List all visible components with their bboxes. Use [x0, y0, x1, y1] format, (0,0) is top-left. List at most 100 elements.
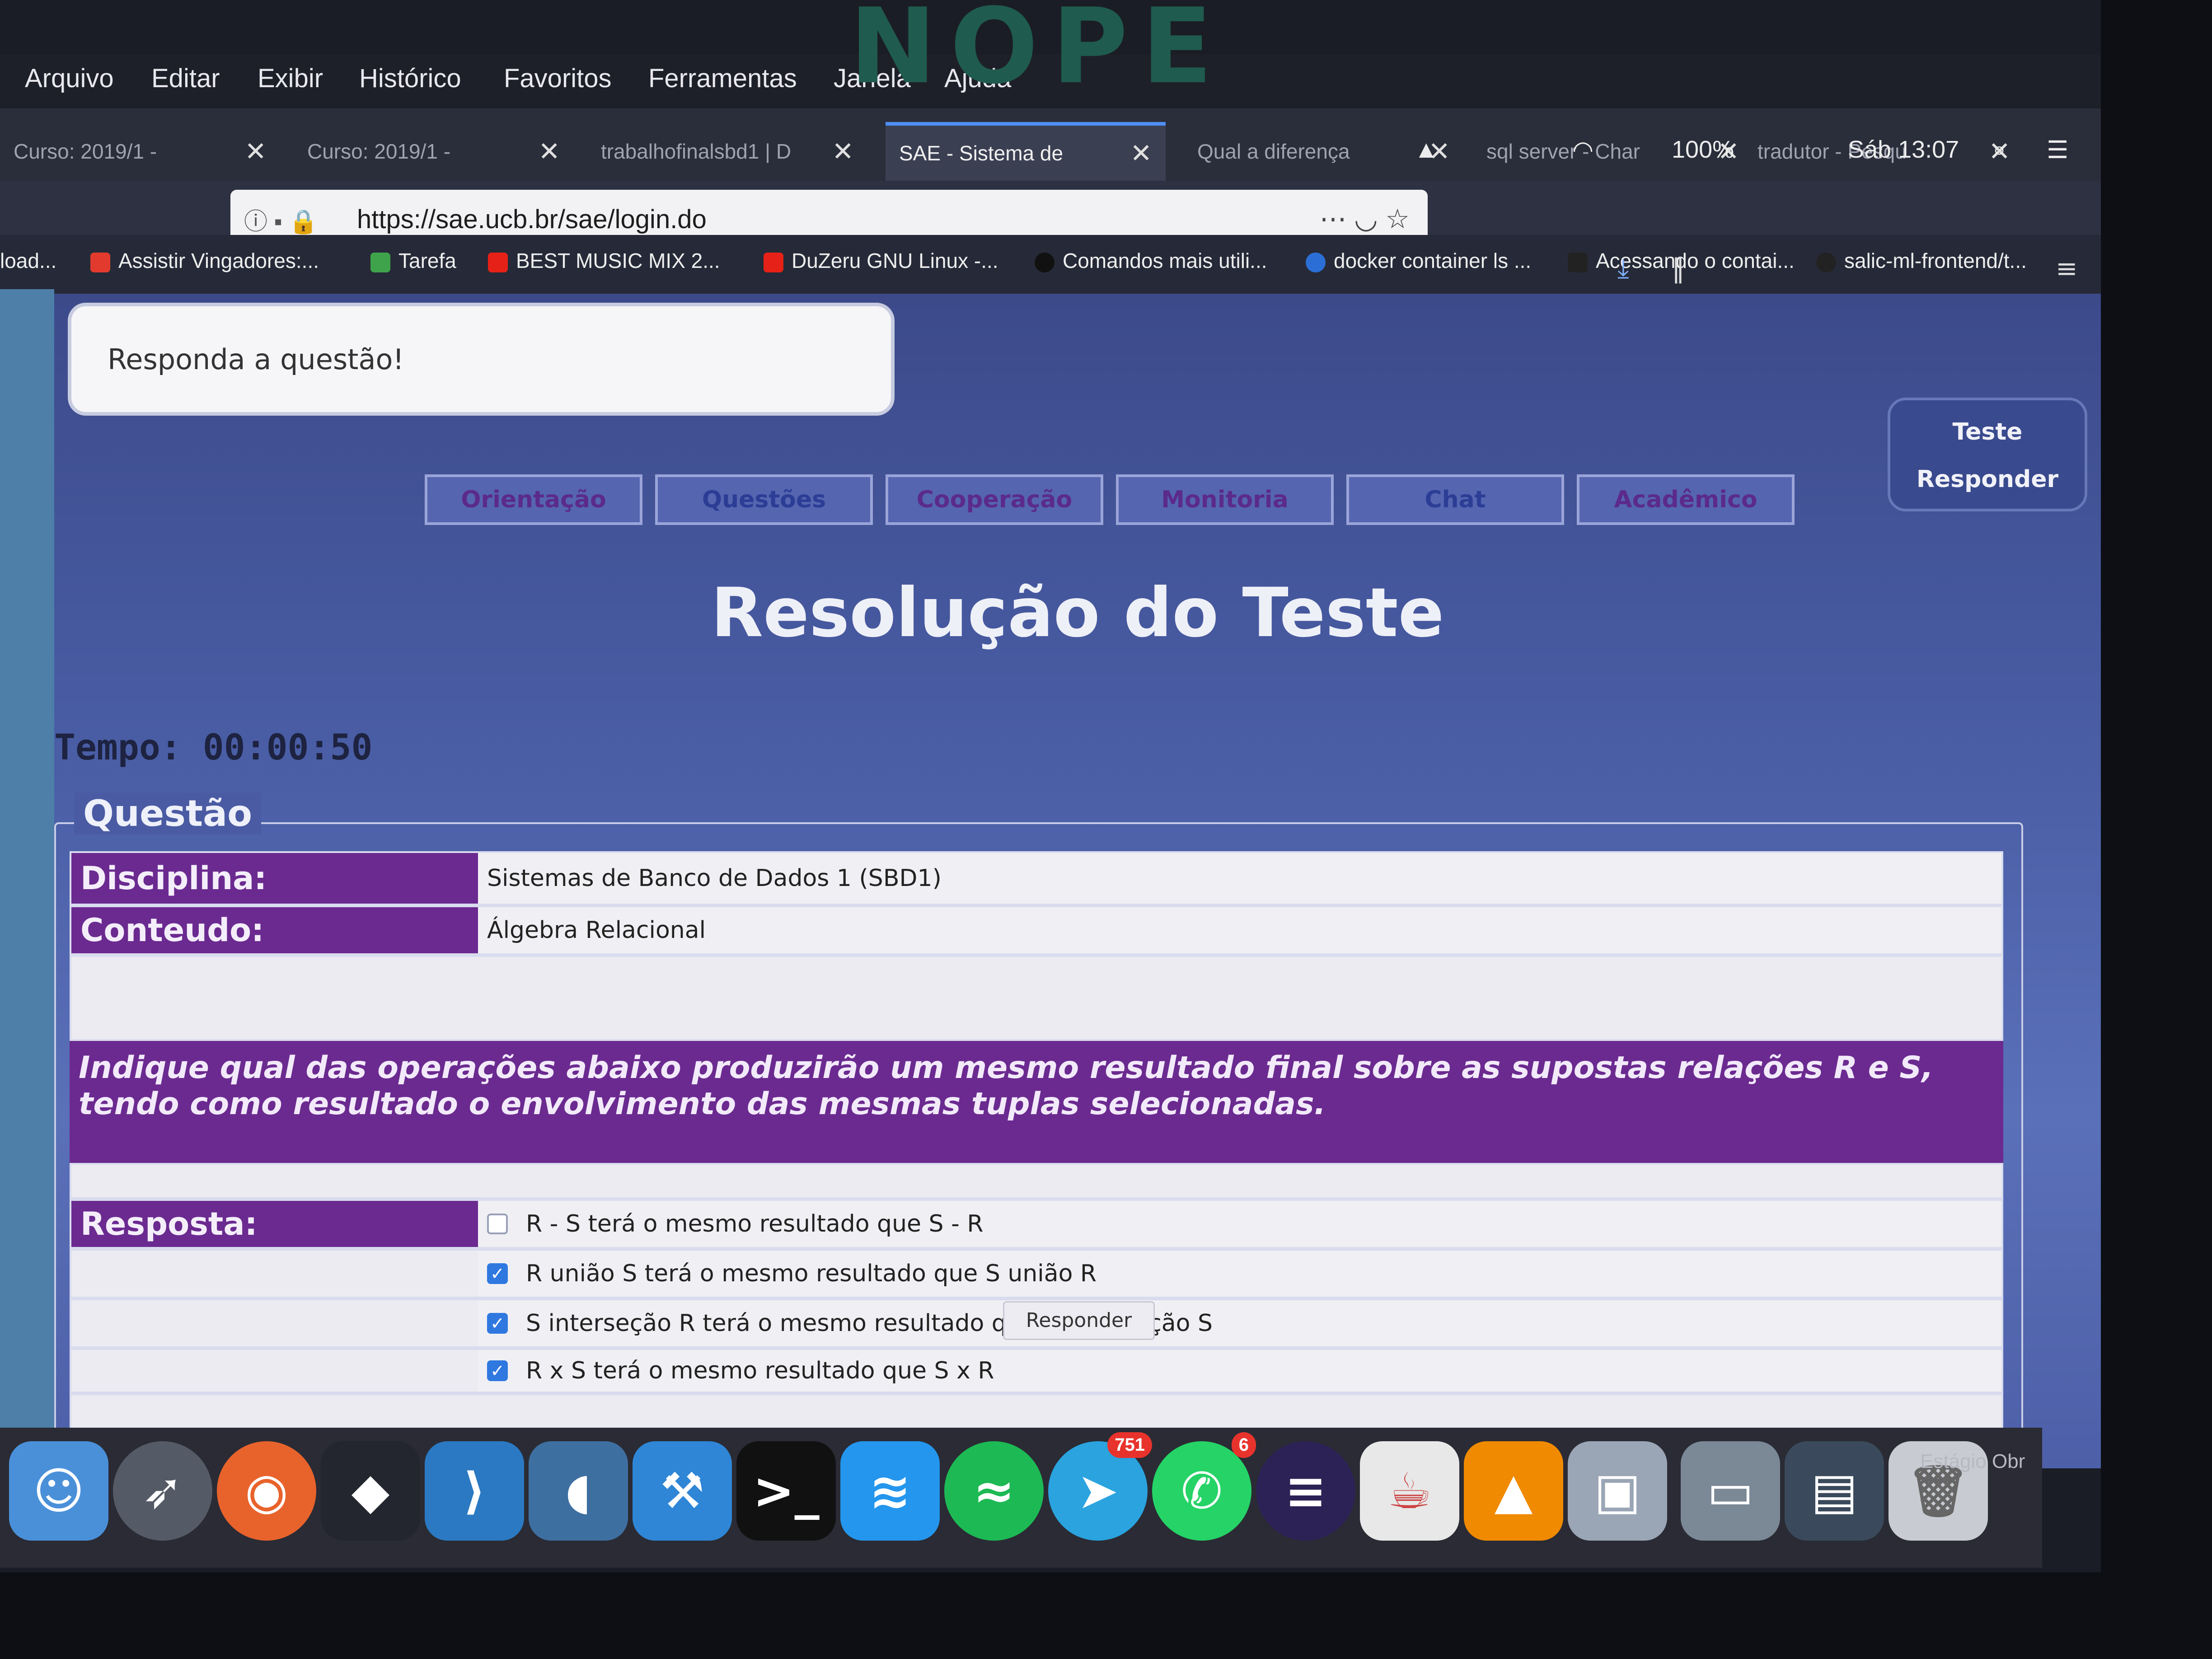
whatsapp-icon[interactable]: ✆ 6 — [1152, 1432, 1256, 1541]
page-actions-icon[interactable]: ⋯ ◡ ☆ — [1320, 203, 1410, 235]
answer-row: ✓ R união S terá o mesmo resultado que S … — [70, 1249, 2003, 1298]
responder-side-button[interactable]: Responder — [1890, 466, 2085, 493]
menu-historico[interactable]: Histórico — [359, 63, 461, 94]
spotify-icon[interactable]: ≈ — [944, 1441, 1044, 1541]
java-icon[interactable]: ☕ — [1360, 1441, 1459, 1541]
xcode-icon[interactable]: ⚒ — [633, 1441, 732, 1541]
finder-icon[interactable]: ☺ — [9, 1441, 108, 1541]
vlc-status-icon[interactable]: ▲ — [1414, 136, 1438, 164]
download-icon[interactable]: ⤓ — [1617, 253, 1629, 284]
tab-curso-2[interactable]: Curso: 2019/1 - ✕ — [294, 122, 574, 181]
timer: Tempo: 00:00:50 — [54, 727, 373, 768]
firefox-icon[interactable]: ◉ — [217, 1441, 316, 1541]
bookmark-tarefa[interactable]: Tarefa — [370, 248, 456, 273]
launchpad-icon[interactable]: ➶ — [113, 1441, 212, 1541]
menu-exibir[interactable]: Exibir — [258, 63, 323, 94]
sae-page: Responda a questão! Teste Responder Orie… — [54, 294, 2101, 1468]
close-icon[interactable]: ✕ — [244, 136, 267, 167]
conteudo-value: Álgebra Relacional — [478, 907, 2001, 953]
preview-icon[interactable]: ▣ — [1568, 1441, 1667, 1541]
tab-cooperacao[interactable]: Cooperação — [886, 474, 1103, 525]
option-1[interactable]: R - S terá o mesmo resultado que S - R — [478, 1201, 2001, 1247]
github-icon — [1816, 252, 1836, 272]
checkbox-checked[interactable]: ✓ — [487, 1313, 508, 1334]
mac-dock: ☺ ➶ ◉ ◆ ⟩ ◖ ⚒ >_ ≋ ≈ ➤ 751 ✆ 6 ≡ ☕ ▲ ▣ ▭ ▤… — [0, 1428, 2042, 1568]
conteudo-row: Conteudo: Álgebra Relacional — [70, 905, 2003, 955]
option-4[interactable]: ✓ R x S terá o mesmo resultado que S x R — [478, 1350, 2001, 1392]
side-button-group: Teste Responder — [1888, 398, 2087, 511]
bookmark-vingadores[interactable]: Assistir Vingadores:... — [90, 248, 319, 273]
downloads-icon[interactable]: ▤ — [1785, 1441, 1884, 1541]
checkbox-checked[interactable]: ✓ — [487, 1360, 508, 1381]
blank-cell — [71, 1251, 478, 1297]
option-3[interactable]: ✓ S interseção R terá o mesmo resultado q… — [478, 1300, 2001, 1346]
tab-questoes[interactable]: Questões — [655, 474, 873, 525]
answer-row: ✓ R x S terá o mesmo resultado que S x R — [70, 1348, 2003, 1393]
menu-arquivo[interactable]: Arquivo — [25, 63, 114, 94]
menu-editar[interactable]: Editar — [151, 63, 220, 94]
checkbox-unchecked[interactable] — [487, 1214, 508, 1234]
youtube-icon — [764, 252, 783, 272]
mysql-workbench-icon[interactable]: ◖ — [529, 1441, 628, 1541]
bookmark-docker[interactable]: docker container ls ... — [1306, 248, 1531, 273]
answer-row: Resposta: R - S terá o mesmo resultado q… — [70, 1199, 2003, 1249]
bookmark-icon — [370, 252, 390, 272]
tab-sae[interactable]: SAE - Sistema de ✕ — [886, 122, 1166, 181]
battery-text: 100% — [1672, 136, 1734, 163]
telegram-icon[interactable]: ➤ 751 — [1048, 1432, 1152, 1541]
close-icon[interactable]: ✕ — [832, 136, 854, 167]
tab-monitoria[interactable]: Monitoria — [1116, 474, 1334, 525]
bookmark-load[interactable]: load... — [0, 248, 56, 273]
blank-cell — [71, 1300, 478, 1346]
dock-folder-label[interactable]: Estágio Obr — [1920, 1450, 2025, 1473]
menu-ferramentas[interactable]: Ferramentas — [648, 63, 797, 94]
teste-button[interactable]: Teste — [1890, 418, 2085, 445]
disciplina-row: Disciplina: Sistemas de Banco de Dados 1… — [70, 851, 2003, 905]
notice-box: Responda a questão! — [68, 303, 895, 416]
screen: Arquivo Editar Exibir Histórico Favorito… — [0, 0, 2101, 1572]
site-info-icon[interactable]: ⓘ ▪ 🔒 — [244, 202, 318, 236]
docker-icon[interactable]: ≋ — [840, 1441, 940, 1541]
eclipse-icon[interactable]: ≡ — [1256, 1441, 1355, 1541]
whatsapp-badge: 6 — [1231, 1432, 1256, 1458]
list-icon[interactable]: ☰ — [2047, 136, 2068, 164]
tab-curso-1[interactable]: Curso: 2019/1 - ✕ — [0, 122, 280, 181]
option-2[interactable]: ✓ R união S terá o mesmo resultado que S … — [478, 1251, 2001, 1297]
pycharm-icon[interactable]: ◆ — [321, 1441, 420, 1541]
vlc-icon[interactable]: ▲ — [1464, 1441, 1563, 1541]
tab-orientacao[interactable]: Orientação — [425, 474, 642, 525]
resposta-label: Resposta: — [71, 1201, 478, 1247]
screenshot-icon[interactable]: ▭ — [1681, 1441, 1780, 1541]
hamburger-menu-icon[interactable]: ≡ — [2056, 253, 2078, 284]
vscode-icon[interactable]: ⟩ — [425, 1441, 524, 1541]
checkbox-checked[interactable]: ✓ — [487, 1263, 508, 1284]
bookmark-comandos[interactable]: Comandos mais utili... — [1035, 248, 1267, 273]
wifi-icon[interactable]: ◠ — [1572, 136, 1593, 164]
library-icon[interactable]: ‖ — [1672, 253, 1685, 284]
bookmark-duzeru[interactable]: DuZeru GNU Linux -... — [764, 248, 998, 273]
close-icon[interactable]: ✕ — [1130, 138, 1152, 169]
bookmark-salic[interactable]: salic-ml-frontend/t... — [1816, 248, 2027, 273]
bookmark-best-music[interactable]: BEST MUSIC MIX 2... — [488, 248, 720, 273]
question-text: Indique qual das operações abaixo produz… — [70, 1041, 2003, 1163]
bezel-brand: NOPE — [849, 0, 1226, 107]
menu-favoritos[interactable]: Favoritos — [504, 63, 612, 94]
browser-tabbar: Curso: 2019/1 - ✕ Curso: 2019/1 - ✕ trabal… — [0, 108, 2101, 190]
bookmarks-toolbar: load... Assistir Vingadores:... Tarefa B… — [0, 235, 2101, 294]
tab-academico[interactable]: Acadêmico — [1577, 474, 1795, 525]
page-title: Resolução do Teste — [711, 574, 1444, 652]
tab-trabalho[interactable]: trabalhofinalsbd1 | D ✕ — [587, 122, 867, 181]
terminal-icon[interactable]: >_ — [736, 1441, 836, 1541]
close-icon[interactable]: ✕ — [538, 136, 560, 167]
responder-button[interactable]: Responder — [1003, 1301, 1155, 1340]
fieldset-legend: Questão — [74, 792, 262, 834]
telegram-badge: 751 — [1107, 1432, 1152, 1458]
youtube-icon — [488, 252, 508, 272]
search-icon[interactable]: ⌕ — [1992, 136, 2006, 164]
url-text: https://sae.ucb.br/sae/login.do — [357, 204, 707, 234]
bookmark-icon — [1568, 252, 1588, 272]
bookmark-icon — [1306, 252, 1326, 272]
tab-chat[interactable]: Chat — [1346, 474, 1564, 525]
conteudo-label: Conteudo: — [71, 907, 478, 953]
spacer-row — [70, 1163, 2003, 1199]
